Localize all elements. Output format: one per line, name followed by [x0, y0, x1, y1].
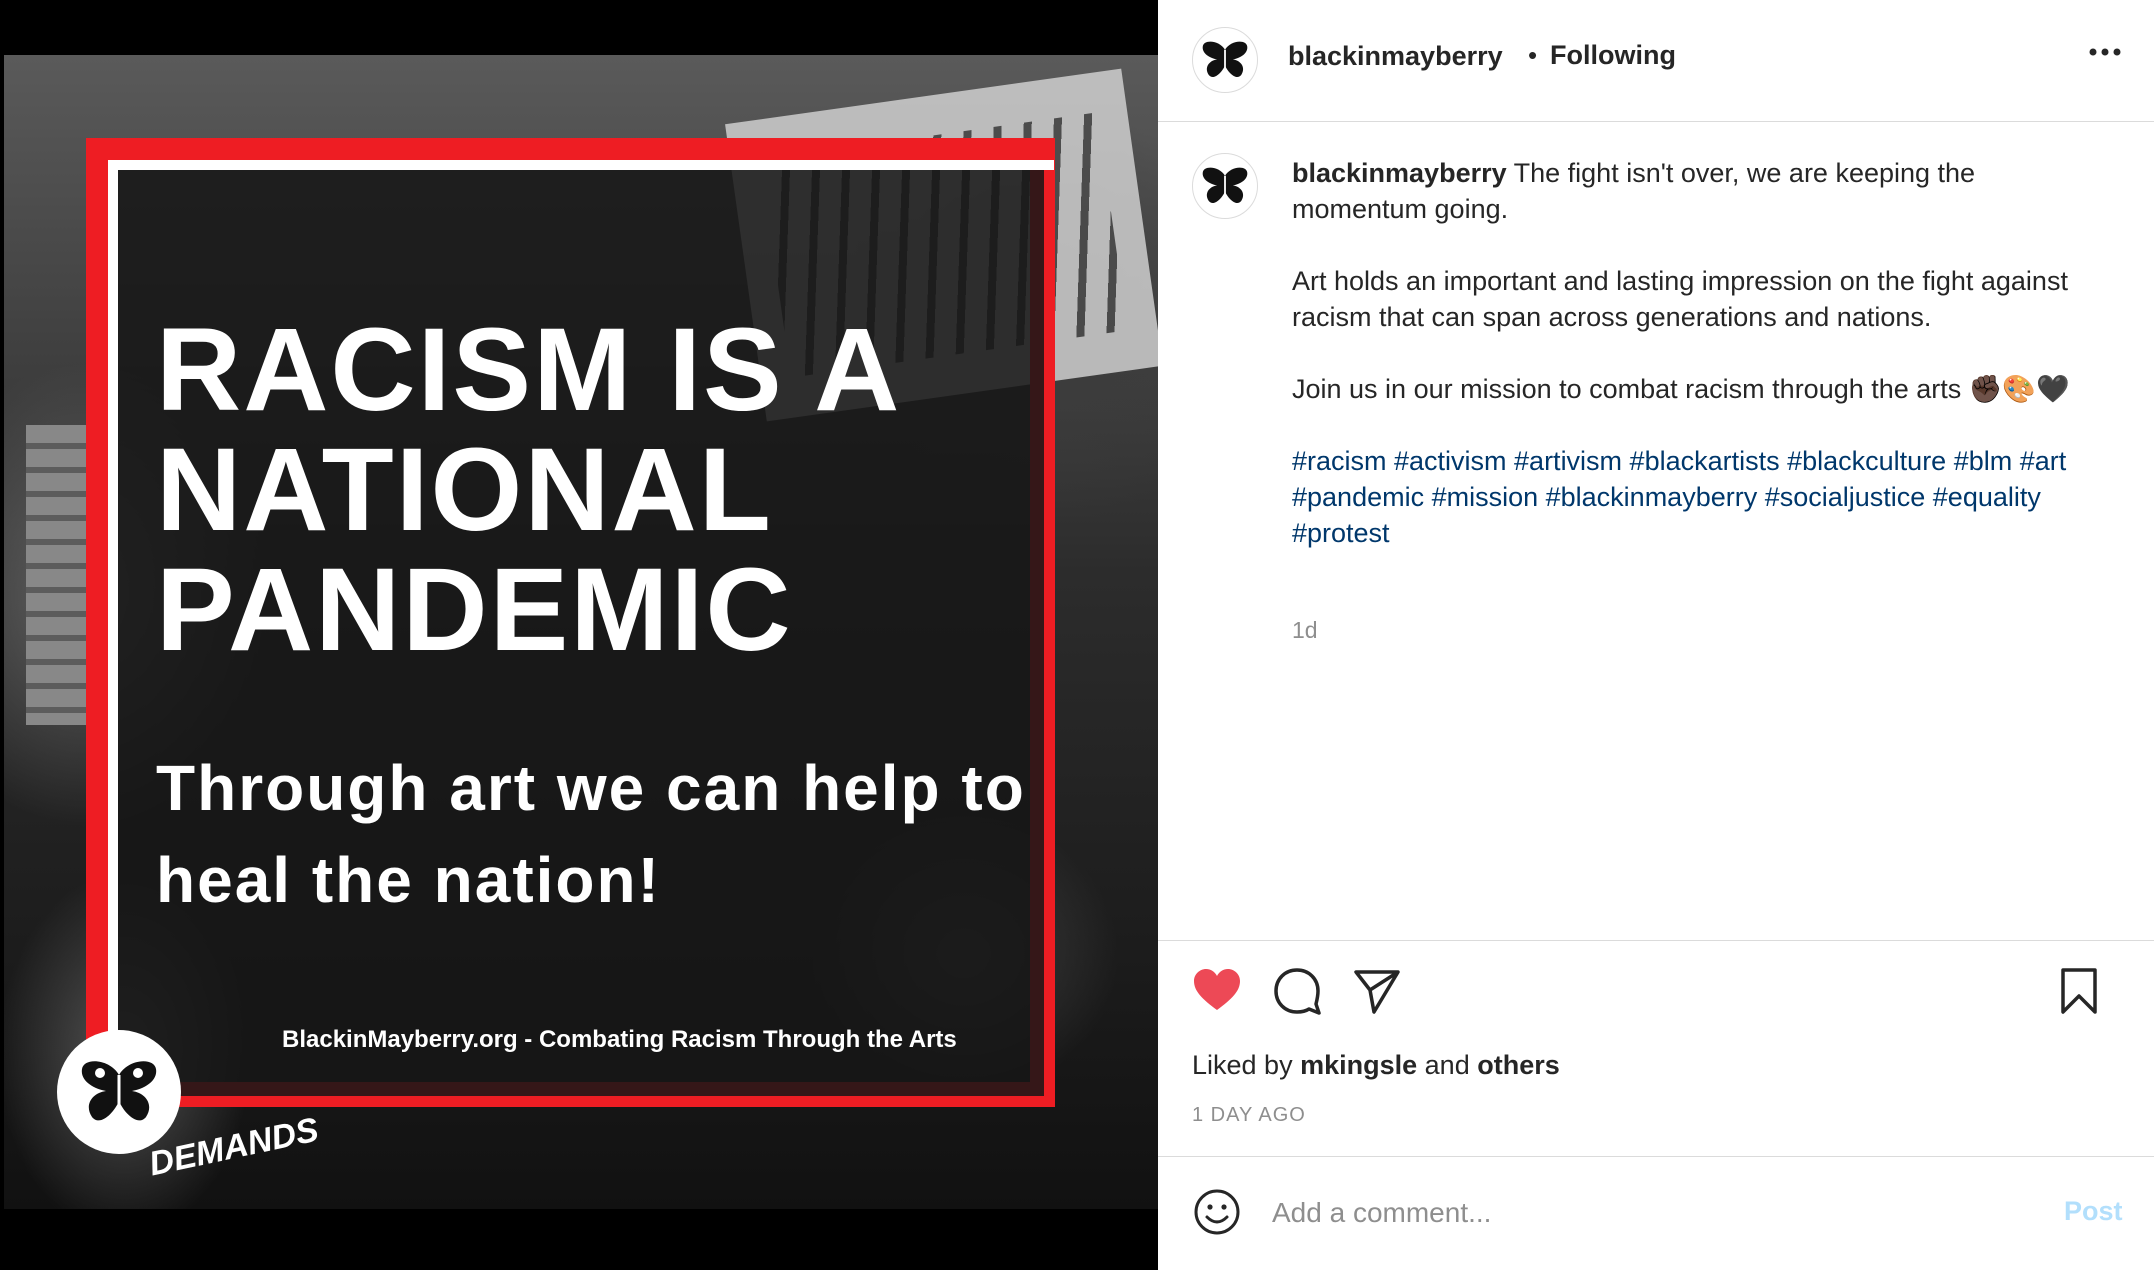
actions-divider [1158, 940, 2154, 941]
header-avatar[interactable] [1192, 27, 1258, 93]
caption-avatar[interactable] [1192, 153, 1258, 219]
post-media[interactable]: RACISM IS A NATIONAL PANDEMIC Through ar… [0, 0, 1158, 1270]
post-footer: BlackinMayberry.org - Combating Racism T… [282, 1026, 957, 1053]
butterfly-icon [1202, 167, 1248, 204]
comment-divider [1158, 1156, 2154, 1157]
background-tower [26, 425, 86, 725]
butterfly-icon [1202, 41, 1248, 78]
post-caption: blackinmayberry The fight isn't over, we… [1292, 155, 2112, 587]
caption-line-2: Art holds an important and lasting impre… [1292, 266, 2068, 332]
header-separator: • [1528, 40, 1538, 70]
post-timestamp: 1 DAY AGO [1192, 1104, 1306, 1126]
likes-prefix: Liked by [1192, 1050, 1293, 1080]
likes-and: and [1424, 1050, 1470, 1080]
butterfly-logo [57, 1030, 181, 1154]
following-button[interactable]: Following [1550, 40, 1676, 71]
likes-others-link[interactable]: others [1477, 1050, 1560, 1080]
caption-username[interactable]: blackinmayberry [1292, 158, 1507, 188]
header-username[interactable]: blackinmayberry [1288, 41, 1503, 72]
caption-line-3: Join us in our mission to combat racism … [1292, 374, 2070, 404]
post-comment-button[interactable]: Post [2064, 1196, 2123, 1227]
post-headline: RACISM IS A NATIONAL PANDEMIC [156, 304, 897, 676]
likes-summary: Liked by mkingsle and others [1192, 1050, 1560, 1081]
emoji-icon[interactable] [1192, 1187, 1242, 1237]
butterfly-icon [81, 1061, 157, 1121]
post-subline: Through art we can help to heal the nati… [156, 752, 1026, 916]
more-horizontal-icon[interactable] [2088, 42, 2122, 62]
comment-icon[interactable] [1272, 966, 1322, 1016]
caption-time: 1d [1292, 617, 1318, 643]
comment-input[interactable] [1270, 1192, 1974, 1234]
post-details-panel: blackinmayberry • Following blackinmaybe… [1158, 0, 2154, 1270]
liker-username[interactable]: mkingsle [1300, 1050, 1417, 1080]
heart-filled-icon[interactable] [1192, 966, 1242, 1016]
bookmark-icon[interactable] [2054, 966, 2104, 1016]
header-divider [1158, 121, 2154, 122]
paper-plane-icon[interactable] [1352, 966, 1402, 1016]
caption-hashtags[interactable]: #racism #activism #artivism #blackartist… [1292, 443, 2112, 551]
